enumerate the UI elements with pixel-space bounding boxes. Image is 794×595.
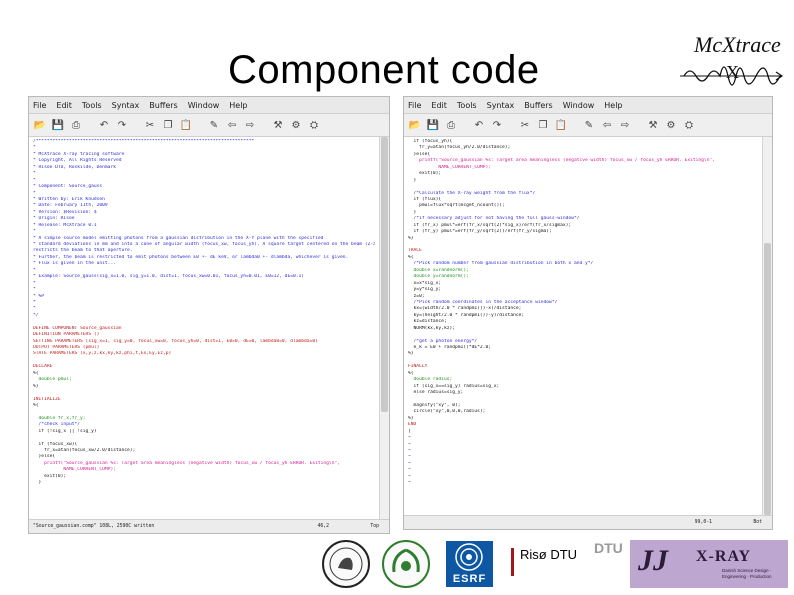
tool-icon[interactable]: ⛭ xyxy=(682,118,696,132)
editor-window-left[interactable]: File Edit Tools Syntax Buffers Window Help 📂 💾 ⎙… xyxy=(28,96,390,534)
riso-bar xyxy=(511,548,514,576)
mcxtrace-wordmark: McXtrace xyxy=(694,32,781,57)
menu-item-buffers[interactable]: Buffers xyxy=(524,101,552,110)
open-file-icon[interactable]: 📂 xyxy=(408,118,422,132)
scrollbar[interactable] xyxy=(379,137,389,519)
redo-icon[interactable]: ↷ xyxy=(115,118,129,132)
menu-item-buffers[interactable]: Buffers xyxy=(149,101,177,110)
menu-bar: File Edit Tools Syntax Buffers Window Help xyxy=(404,97,772,114)
menu-item-file[interactable]: File xyxy=(33,101,46,110)
code-area[interactable]: if (focus_yh){ fr_y=atan(focus_yh/2.0/di… xyxy=(404,137,762,515)
print-icon[interactable]: ⎙ xyxy=(69,118,83,132)
open-file-icon[interactable]: 📂 xyxy=(33,118,47,132)
mcxtrace-glyph: X xyxy=(726,62,739,82)
edit-icon[interactable]: ✎ xyxy=(207,118,221,132)
code-line: ~ xyxy=(408,480,411,486)
dtu-logo: DTU xyxy=(594,540,623,556)
menu-item-edit[interactable]: Edit xyxy=(431,101,447,110)
toolbar-separator xyxy=(508,118,514,132)
undo-icon[interactable]: ↶ xyxy=(97,118,111,132)
menu-item-window[interactable]: Window xyxy=(563,101,595,110)
make-icon[interactable]: ⚙ xyxy=(289,118,303,132)
build-icon[interactable]: ⚒ xyxy=(271,118,285,132)
scrollbar-thumb[interactable] xyxy=(764,242,771,515)
menu-item-syntax[interactable]: Syntax xyxy=(487,101,515,110)
esrf-logo: ESRF xyxy=(446,541,493,587)
toolbar-separator xyxy=(636,118,642,132)
back-icon[interactable]: ⇦ xyxy=(600,118,614,132)
code-area[interactable]: /***************************************… xyxy=(29,137,379,519)
paste-icon[interactable]: 📋 xyxy=(554,118,568,132)
cut-icon[interactable]: ✂ xyxy=(518,118,532,132)
make-icon[interactable]: ⚙ xyxy=(664,118,678,132)
toolbar-separator xyxy=(87,118,93,132)
wreath-seal-logo xyxy=(382,540,430,588)
partner-logos: ESRF Risø DTU DTU JJ X-RAY Danish Scienc… xyxy=(320,538,790,592)
jjx-ray-logo: JJ X-RAY Danish Science Design · Enginee… xyxy=(630,540,788,588)
paste-icon[interactable]: 📋 xyxy=(179,118,193,132)
scrollbar-thumb[interactable] xyxy=(381,137,388,413)
redo-icon[interactable]: ↷ xyxy=(490,118,504,132)
status-bar: "Source_gaussian.comp" 108L, 2590C writt… xyxy=(29,519,389,533)
forward-icon[interactable]: ⇨ xyxy=(618,118,632,132)
cursor-position: 99,0-1 xyxy=(694,520,712,525)
esrf-wordmark: ESRF xyxy=(452,573,487,585)
menu-item-window[interactable]: Window xyxy=(188,101,220,110)
copy-icon[interactable]: ❐ xyxy=(161,118,175,132)
toolbar-separator xyxy=(261,118,267,132)
status-file: "Source_gaussian.comp" 108L, 2590C writt… xyxy=(33,524,155,529)
toolbar: 📂 💾 ⎙ ↶ ↷ ✂ ❐ 📋 ✎ ⇦ ⇨ ⚒ ⚙ ⛭ xyxy=(404,114,772,137)
code-line: } xyxy=(33,480,42,486)
undo-icon[interactable]: ↶ xyxy=(472,118,486,132)
menu-item-syntax[interactable]: Syntax xyxy=(112,101,140,110)
toolbar: 📂 💾 ⎙ ↶ ↷ ✂ ❐ 📋 ✎ ⇦ ⇨ ⚒ ⚙ ⛭ xyxy=(29,114,389,137)
mcxtrace-logo: McXtrace X xyxy=(676,28,788,100)
menu-item-help[interactable]: Help xyxy=(604,101,622,110)
cursor-position: 46,2 xyxy=(317,524,329,529)
xray-wordmark: X-RAY xyxy=(696,548,752,565)
menu-item-edit[interactable]: Edit xyxy=(56,101,72,110)
jjx-tagline: Danish Science Design · Engineering · Pr… xyxy=(722,568,772,579)
status-bar: 99,0-1 Bot xyxy=(404,515,772,529)
toolbar-separator xyxy=(462,118,468,132)
cut-icon[interactable]: ✂ xyxy=(143,118,157,132)
scroll-percent: Bot xyxy=(753,520,762,525)
slide-title: Component code xyxy=(228,48,540,92)
menu-bar: File Edit Tools Syntax Buffers Window Help xyxy=(29,97,389,114)
tool-icon[interactable]: ⛭ xyxy=(307,118,321,132)
university-seal-logo xyxy=(322,540,370,588)
copy-icon[interactable]: ❐ xyxy=(536,118,550,132)
toolbar-separator xyxy=(572,118,578,132)
toolbar-separator xyxy=(133,118,139,132)
back-icon[interactable]: ⇦ xyxy=(225,118,239,132)
menu-item-file[interactable]: File xyxy=(408,101,421,110)
save-icon[interactable]: 💾 xyxy=(426,118,440,132)
riso-dtu-wordmark: Risø DTU xyxy=(520,547,578,562)
edit-icon[interactable]: ✎ xyxy=(582,118,596,132)
menu-item-help[interactable]: Help xyxy=(229,101,247,110)
code-line: printf("Source_gaussian %s: Target area … xyxy=(408,158,715,164)
print-icon[interactable]: ⎙ xyxy=(444,118,458,132)
scrollbar[interactable] xyxy=(762,137,772,515)
menu-item-tools[interactable]: Tools xyxy=(457,101,477,110)
save-icon[interactable]: 💾 xyxy=(51,118,65,132)
build-icon[interactable]: ⚒ xyxy=(646,118,660,132)
toolbar-separator xyxy=(197,118,203,132)
scroll-percent: Top xyxy=(370,524,379,529)
forward-icon[interactable]: ⇨ xyxy=(243,118,257,132)
editor-window-right[interactable]: File Edit Tools Syntax Buffers Window Help 📂 💾 ⎙… xyxy=(403,96,773,530)
menu-item-tools[interactable]: Tools xyxy=(82,101,102,110)
jj-mark: JJ xyxy=(638,544,668,577)
